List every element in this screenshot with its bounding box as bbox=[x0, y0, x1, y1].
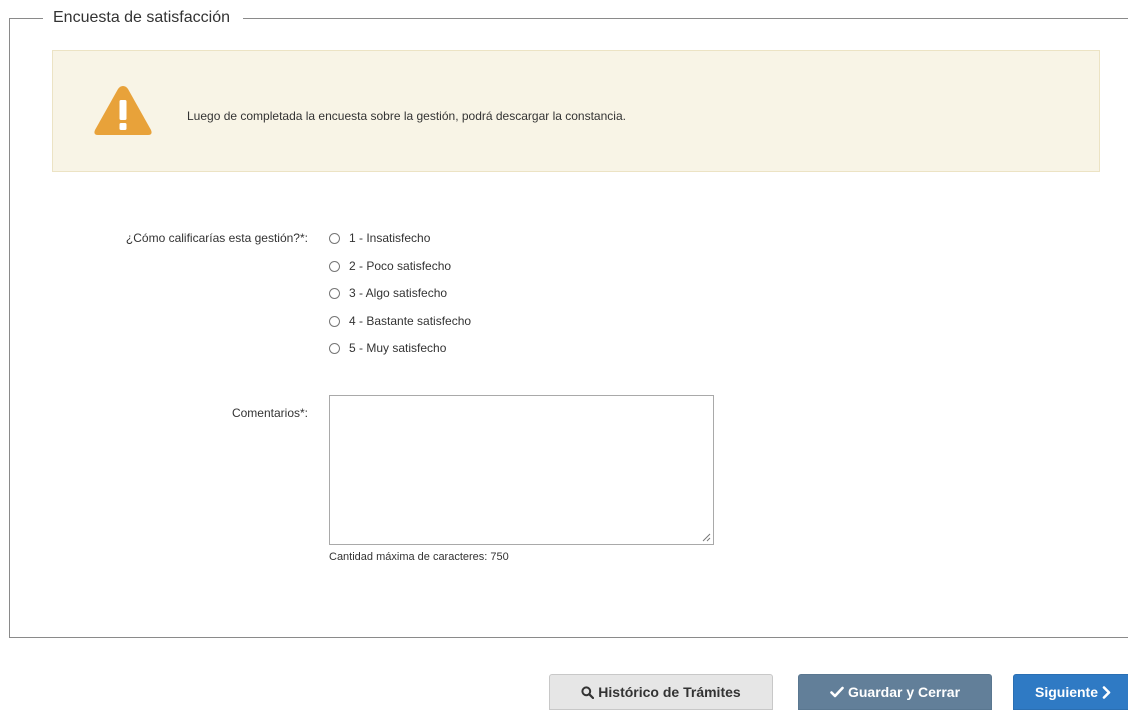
warning-triangle-icon bbox=[94, 86, 152, 135]
rating-option-label: 1 - Insatisfecho bbox=[349, 231, 431, 245]
rating-option-label: 5 - Muy satisfecho bbox=[349, 341, 447, 355]
comments-textarea[interactable] bbox=[329, 395, 714, 545]
rating-option-2[interactable]: 2 - Poco satisfecho bbox=[329, 257, 451, 275]
rating-option-3[interactable]: 3 - Algo satisfecho bbox=[329, 284, 447, 302]
resize-handle-icon[interactable] bbox=[701, 532, 711, 542]
save-button-label: Guardar y Cerrar bbox=[847, 684, 961, 700]
warning-message: Luego de completada la encuesta sobre la… bbox=[187, 109, 626, 123]
radio-button[interactable] bbox=[329, 287, 340, 299]
check-icon bbox=[830, 686, 844, 698]
history-button-label: Histórico de Trámites bbox=[598, 684, 741, 700]
rating-option-label: 4 - Bastante satisfecho bbox=[349, 314, 472, 328]
radio-button[interactable] bbox=[329, 342, 340, 354]
chevron-right-icon bbox=[1102, 685, 1111, 699]
next-button-label: Siguiente bbox=[1035, 684, 1099, 700]
rating-option-4[interactable]: 4 - Bastante satisfecho bbox=[329, 312, 471, 330]
comments-max-chars-hint: Cantidad máxima de caracteres: 750 bbox=[329, 551, 509, 563]
history-button[interactable]: Histórico de Trámites bbox=[549, 674, 773, 710]
next-button[interactable]: Siguiente bbox=[1013, 674, 1128, 710]
rating-option-label: 2 - Poco satisfecho bbox=[349, 259, 452, 273]
rating-option-label: 3 - Algo satisfecho bbox=[349, 286, 448, 300]
search-icon bbox=[581, 685, 595, 699]
rating-question-label: ¿Cómo calificarías esta gestión?*: bbox=[125, 231, 308, 245]
warning-alert: Luego de completada la encuesta sobre la… bbox=[52, 50, 1100, 172]
rating-option-5[interactable]: 5 - Muy satisfecho bbox=[329, 339, 446, 357]
save-and-close-button[interactable]: Guardar y Cerrar bbox=[798, 674, 992, 710]
radio-button[interactable] bbox=[329, 232, 340, 244]
radio-button[interactable] bbox=[329, 315, 340, 327]
comments-label: Comentarios*: bbox=[231, 406, 308, 420]
rating-option-1[interactable]: 1 - Insatisfecho bbox=[329, 229, 430, 247]
survey-legend: Encuesta de satisfacción bbox=[43, 7, 243, 29]
radio-button[interactable] bbox=[329, 260, 340, 272]
